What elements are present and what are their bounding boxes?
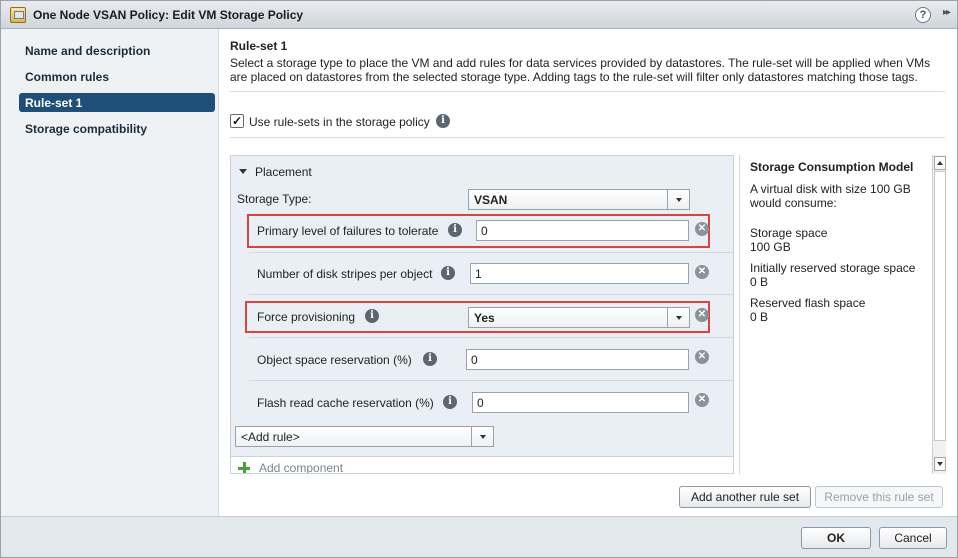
main-content: Rule-set 1 Select a storage type to plac… <box>220 29 957 516</box>
info-icon[interactable]: i <box>423 352 437 366</box>
dialog-title: One Node VSAN Policy: Edit VM Storage Po… <box>33 8 304 22</box>
cancel-button[interactable]: Cancel <box>879 527 947 549</box>
divider <box>230 137 945 138</box>
collapse-triangle-icon <box>239 169 247 174</box>
storage-space-label: Storage space <box>750 226 828 240</box>
rule-label: Number of disk stripes per object <box>257 267 433 281</box>
title-bar: One Node VSAN Policy: Edit VM Storage Po… <box>1 1 957 29</box>
placement-header-label: Placement <box>255 165 312 179</box>
remove-rule-icon[interactable]: ✕ <box>695 393 709 407</box>
rule-label: Object space reservation (%) <box>257 353 412 367</box>
info-icon[interactable]: i <box>443 395 457 409</box>
add-component-row[interactable]: Add component <box>231 456 733 474</box>
chevron-down-icon <box>471 427 493 446</box>
force-provisioning-value: Yes <box>474 311 495 325</box>
chevron-down-icon <box>667 190 689 209</box>
info-icon[interactable]: i <box>448 223 462 237</box>
divider <box>249 337 733 338</box>
remove-rule-set-button[interactable]: Remove this rule set <box>815 486 943 508</box>
info-icon[interactable]: i <box>441 266 455 280</box>
expand-icon[interactable]: ▸▸ <box>943 7 951 18</box>
storage-consumption-panel: Storage Consumption Model A virtual disk… <box>739 155 946 474</box>
add-rule-select[interactable]: <Add rule> <box>235 426 494 447</box>
scroll-thumb[interactable] <box>934 171 946 441</box>
vertical-scrollbar[interactable] <box>932 155 946 474</box>
remove-rule-icon[interactable]: ✕ <box>695 265 709 279</box>
ruleset-description: Select a storage type to place the VM an… <box>230 56 931 84</box>
rule-label: Force provisioning <box>257 310 356 324</box>
chevron-down-icon <box>667 308 689 327</box>
storage-policy-icon <box>10 7 26 23</box>
storage-type-label: Storage Type: <box>237 192 312 206</box>
rule-label: Primary level of failures to tolerate <box>257 224 439 238</box>
rules-panel: Placement Storage Type: VSAN Primary lev… <box>230 155 734 474</box>
reserved-flash-value: 0 B <box>750 310 769 324</box>
ruleset-title: Rule-set 1 <box>230 39 288 53</box>
nav-item-common-rules[interactable]: Common rules <box>25 70 109 84</box>
reserved-flash-label: Reserved flash space <box>750 296 866 310</box>
add-another-rule-set-button[interactable]: Add another rule set <box>679 486 811 508</box>
initially-reserved-label: Initially reserved storage space <box>750 261 916 275</box>
add-component-label: Add component <box>259 461 344 474</box>
rule-label: Flash read cache reservation (%) <box>257 396 434 410</box>
info-icon[interactable]: i <box>365 309 379 323</box>
scroll-up-icon[interactable] <box>934 156 946 170</box>
help-icon[interactable]: ? <box>915 7 931 23</box>
edit-storage-policy-dialog: One Node VSAN Policy: Edit VM Storage Po… <box>0 0 958 558</box>
add-rule-value: <Add rule> <box>241 430 300 444</box>
dialog-footer: OK Cancel <box>1 516 957 557</box>
wizard-nav: Name and description Common rules Rule-s… <box>1 29 219 516</box>
divider <box>230 91 945 92</box>
add-icon <box>238 462 250 473</box>
placement-header[interactable]: Placement <box>239 165 312 179</box>
storage-type-select[interactable]: VSAN <box>468 189 690 210</box>
object-space-reservation-input[interactable]: 0 <box>466 349 689 370</box>
storage-type-value: VSAN <box>474 193 508 207</box>
consumption-intro: A virtual disk with size 100 GB would co… <box>750 182 911 210</box>
nav-item-rule-set-1[interactable]: Rule-set 1 <box>19 93 215 112</box>
flash-read-cache-input[interactable]: 0 <box>472 392 689 413</box>
divider <box>249 380 733 381</box>
use-rulesets-checkbox[interactable]: ✓ <box>230 114 244 128</box>
consumption-title: Storage Consumption Model <box>750 160 914 174</box>
divider <box>249 252 733 253</box>
nav-item-name-and-description[interactable]: Name and description <box>25 44 150 58</box>
use-rulesets-label: Use rule-sets in the storage policy <box>249 115 430 129</box>
storage-space-value: 100 GB <box>750 240 791 254</box>
failures-to-tolerate-input[interactable]: 0 <box>476 220 689 241</box>
scroll-down-icon[interactable] <box>934 457 946 471</box>
remove-rule-icon[interactable]: ✕ <box>695 350 709 364</box>
remove-rule-icon[interactable]: ✕ <box>695 308 709 322</box>
info-icon[interactable]: i <box>436 114 450 128</box>
ok-button[interactable]: OK <box>801 527 871 549</box>
disk-stripes-input[interactable]: 1 <box>470 263 689 284</box>
initially-reserved-value: 0 B <box>750 275 769 289</box>
force-provisioning-select[interactable]: Yes <box>468 307 690 328</box>
remove-rule-icon[interactable]: ✕ <box>695 222 709 236</box>
nav-item-storage-compatibility[interactable]: Storage compatibility <box>25 122 147 136</box>
divider <box>249 294 733 295</box>
